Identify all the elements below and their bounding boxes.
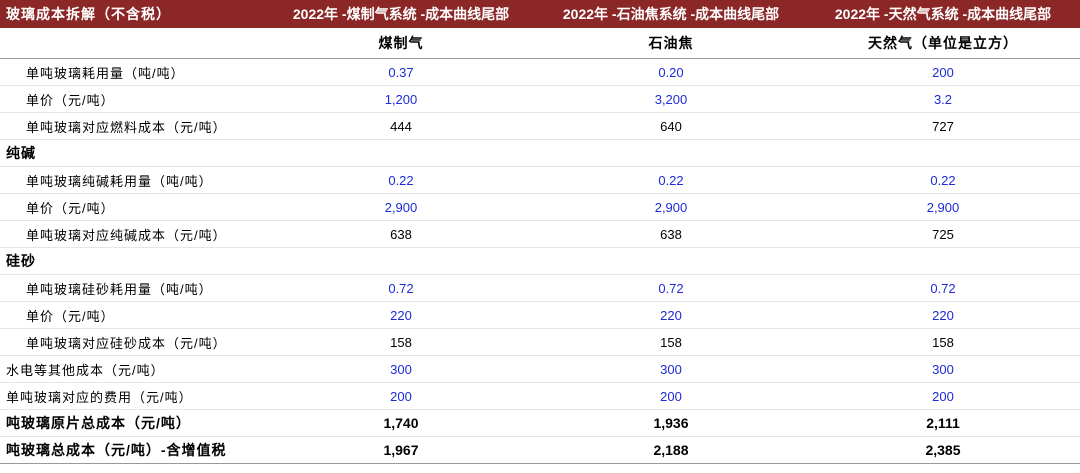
cell-value: 2,900 bbox=[806, 193, 1080, 221]
cell-value: 158 bbox=[266, 328, 536, 356]
cell-value: 2,900 bbox=[266, 193, 536, 221]
subheader-natural-gas: 天然气（单位是立方） bbox=[806, 28, 1080, 59]
cell-value: 3.2 bbox=[806, 85, 1080, 113]
cell-value: 1,740 bbox=[266, 409, 536, 437]
row-label: 单吨玻璃对应纯碱成本（元/吨） bbox=[0, 220, 266, 248]
cell-value: 200 bbox=[806, 58, 1080, 86]
row-label: 单吨玻璃对应燃料成本（元/吨） bbox=[0, 112, 266, 140]
cell-value: 220 bbox=[266, 301, 536, 329]
row-label: 单价（元/吨） bbox=[0, 301, 266, 329]
table-row: 单吨玻璃纯碱耗用量（吨/吨） 0.22 0.22 0.22 bbox=[0, 166, 1080, 194]
cell-value: 158 bbox=[536, 328, 806, 356]
cell-value: 1,200 bbox=[266, 85, 536, 113]
cell-value: 200 bbox=[806, 382, 1080, 410]
cell-value: 2,188 bbox=[536, 436, 806, 464]
cell-value: 0.22 bbox=[266, 166, 536, 194]
cell-value: 725 bbox=[806, 220, 1080, 248]
header-coal-gas: 2022年 -煤制气系统 -成本曲线尾部 bbox=[266, 0, 536, 28]
table-title: 玻璃成本拆解（不含税） bbox=[0, 0, 266, 28]
cell-value: 640 bbox=[536, 112, 806, 140]
cell-value: 1,936 bbox=[536, 409, 806, 437]
table-row: 单价（元/吨） 1,200 3,200 3.2 bbox=[0, 85, 1080, 113]
cell-value: 2,900 bbox=[536, 193, 806, 221]
row-label: 单吨玻璃对应硅砂成本（元/吨） bbox=[0, 328, 266, 356]
cell-value: 0.20 bbox=[536, 58, 806, 86]
header-natural-gas: 2022年 -天然气系统 -成本曲线尾部 bbox=[806, 0, 1080, 28]
table-header-row: 玻璃成本拆解（不含税） 2022年 -煤制气系统 -成本曲线尾部 2022年 -… bbox=[0, 0, 1080, 28]
section-label: 硅砂 bbox=[0, 247, 266, 275]
row-label: 单吨玻璃硅砂耗用量（吨/吨） bbox=[0, 274, 266, 302]
row-label: 单吨玻璃纯碱耗用量（吨/吨） bbox=[0, 166, 266, 194]
subheader-coal-gas: 煤制气 bbox=[266, 28, 536, 59]
section-row-soda-ash: 纯碱 bbox=[0, 139, 1080, 167]
cell-value: 300 bbox=[806, 355, 1080, 383]
cell-value: 0.22 bbox=[536, 166, 806, 194]
table-row: 单吨玻璃对应纯碱成本（元/吨） 638 638 725 bbox=[0, 220, 1080, 248]
cell-value: 0.37 bbox=[266, 58, 536, 86]
cell-value: 3,200 bbox=[536, 85, 806, 113]
cell-value: 638 bbox=[536, 220, 806, 248]
cell-value: 2,111 bbox=[806, 409, 1080, 437]
table-row: 单吨玻璃耗用量（吨/吨） 0.37 0.20 200 bbox=[0, 58, 1080, 86]
cell-value: 444 bbox=[266, 112, 536, 140]
cell-value: 0.72 bbox=[806, 274, 1080, 302]
total-row-with-vat: 吨玻璃总成本（元/吨）-含增值税 1,967 2,188 2,385 bbox=[0, 436, 1080, 464]
row-label: 单吨玻璃耗用量（吨/吨） bbox=[0, 58, 266, 86]
cell-value: 638 bbox=[266, 220, 536, 248]
section-row-silica-sand: 硅砂 bbox=[0, 247, 1080, 275]
table-row: 单价（元/吨） 2,900 2,900 2,900 bbox=[0, 193, 1080, 221]
subheader-petroleum-coke: 石油焦 bbox=[536, 28, 806, 59]
row-label: 吨玻璃总成本（元/吨）-含增值税 bbox=[0, 436, 266, 464]
header-petroleum-coke: 2022年 -石油焦系统 -成本曲线尾部 bbox=[536, 0, 806, 28]
section-label: 纯碱 bbox=[0, 139, 266, 167]
table-row: 单吨玻璃对应燃料成本（元/吨） 444 640 727 bbox=[0, 112, 1080, 140]
row-label: 单吨玻璃对应的费用（元/吨） bbox=[0, 382, 266, 410]
row-label: 水电等其他成本（元/吨） bbox=[0, 355, 266, 383]
cell-value: 220 bbox=[536, 301, 806, 329]
cell-value: 158 bbox=[806, 328, 1080, 356]
cell-value: 220 bbox=[806, 301, 1080, 329]
cell-value: 200 bbox=[266, 382, 536, 410]
cell-value: 727 bbox=[806, 112, 1080, 140]
table-row: 单吨玻璃对应的费用（元/吨） 200 200 200 bbox=[0, 382, 1080, 410]
subheader-row: 煤制气 石油焦 天然气（单位是立方） bbox=[0, 28, 1080, 59]
cell-value: 200 bbox=[536, 382, 806, 410]
cell-value: 300 bbox=[536, 355, 806, 383]
table-row: 单吨玻璃对应硅砂成本（元/吨） 158 158 158 bbox=[0, 328, 1080, 356]
cell-value: 0.72 bbox=[536, 274, 806, 302]
row-label: 单价（元/吨） bbox=[0, 85, 266, 113]
row-label: 吨玻璃原片总成本（元/吨） bbox=[0, 409, 266, 437]
glass-cost-table: 玻璃成本拆解（不含税） 2022年 -煤制气系统 -成本曲线尾部 2022年 -… bbox=[0, 0, 1080, 464]
total-row-original-sheet: 吨玻璃原片总成本（元/吨） 1,740 1,936 2,111 bbox=[0, 409, 1080, 437]
cell-value: 0.22 bbox=[806, 166, 1080, 194]
row-label: 单价（元/吨） bbox=[0, 193, 266, 221]
cell-value: 1,967 bbox=[266, 436, 536, 464]
table-row: 单价（元/吨） 220 220 220 bbox=[0, 301, 1080, 329]
table-row: 单吨玻璃硅砂耗用量（吨/吨） 0.72 0.72 0.72 bbox=[0, 274, 1080, 302]
cell-value: 300 bbox=[266, 355, 536, 383]
table-row: 水电等其他成本（元/吨） 300 300 300 bbox=[0, 355, 1080, 383]
cell-value: 0.72 bbox=[266, 274, 536, 302]
cell-value: 2,385 bbox=[806, 436, 1080, 464]
